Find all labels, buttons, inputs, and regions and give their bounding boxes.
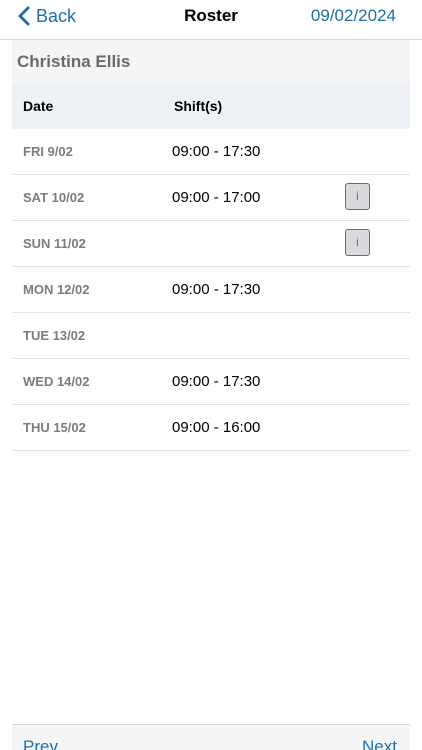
employee-name: Christina Ellis: [12, 40, 410, 84]
row-date: SUN 11/02: [23, 236, 86, 251]
table-row: WED 14/02 09:00 - 17:30: [12, 359, 410, 405]
column-header-shifts: Shift(s): [174, 98, 223, 114]
date-picker-button[interactable]: 09/02/2024: [311, 6, 396, 26]
table-header: Date Shift(s): [12, 84, 410, 129]
table-row: THU 15/02 09:00 - 16:00: [12, 405, 410, 451]
row-shift: 09:00 - 17:30: [172, 281, 261, 298]
nav-bar: Back Roster 09/02/2024: [0, 0, 422, 40]
table-row: SUN 11/02 i: [12, 221, 410, 267]
next-button[interactable]: Next: [362, 737, 397, 750]
row-date: THU 15/02: [23, 420, 86, 435]
info-button[interactable]: i: [345, 229, 370, 256]
row-date: SAT 10/02: [23, 190, 85, 205]
row-shift: 09:00 - 17:30: [172, 143, 261, 160]
back-button[interactable]: Back: [18, 3, 76, 29]
info-button[interactable]: i: [345, 183, 370, 210]
prev-button[interactable]: Prev: [23, 737, 58, 750]
row-shift: 09:00 - 16:00: [172, 419, 261, 436]
pager-bar: Prev Next: [12, 724, 410, 750]
row-date: FRI 9/02: [23, 144, 73, 159]
row-shift: 09:00 - 17:30: [172, 373, 261, 390]
table-row: TUE 13/02: [12, 313, 410, 359]
roster-screen: Back Roster 09/02/2024 Christina Ellis D…: [0, 0, 422, 750]
column-header-date: Date: [23, 98, 54, 114]
row-shift: 09:00 - 17:00: [172, 189, 261, 206]
table-row: FRI 9/02 09:00 - 17:30: [12, 129, 410, 175]
table-row: SAT 10/02 09:00 - 17:00 i: [12, 175, 410, 221]
roster-table: FRI 9/02 09:00 - 17:30 SAT 10/02 09:00 -…: [12, 129, 410, 451]
row-date: MON 12/02: [23, 282, 90, 297]
row-date: TUE 13/02: [23, 328, 86, 343]
info-icon: i: [356, 189, 359, 203]
row-date: WED 14/02: [23, 374, 90, 389]
chevron-left-icon: [18, 6, 30, 26]
table-row: MON 12/02 09:00 - 17:30: [12, 267, 410, 313]
back-label: Back: [36, 5, 77, 26]
info-icon: i: [356, 235, 359, 249]
